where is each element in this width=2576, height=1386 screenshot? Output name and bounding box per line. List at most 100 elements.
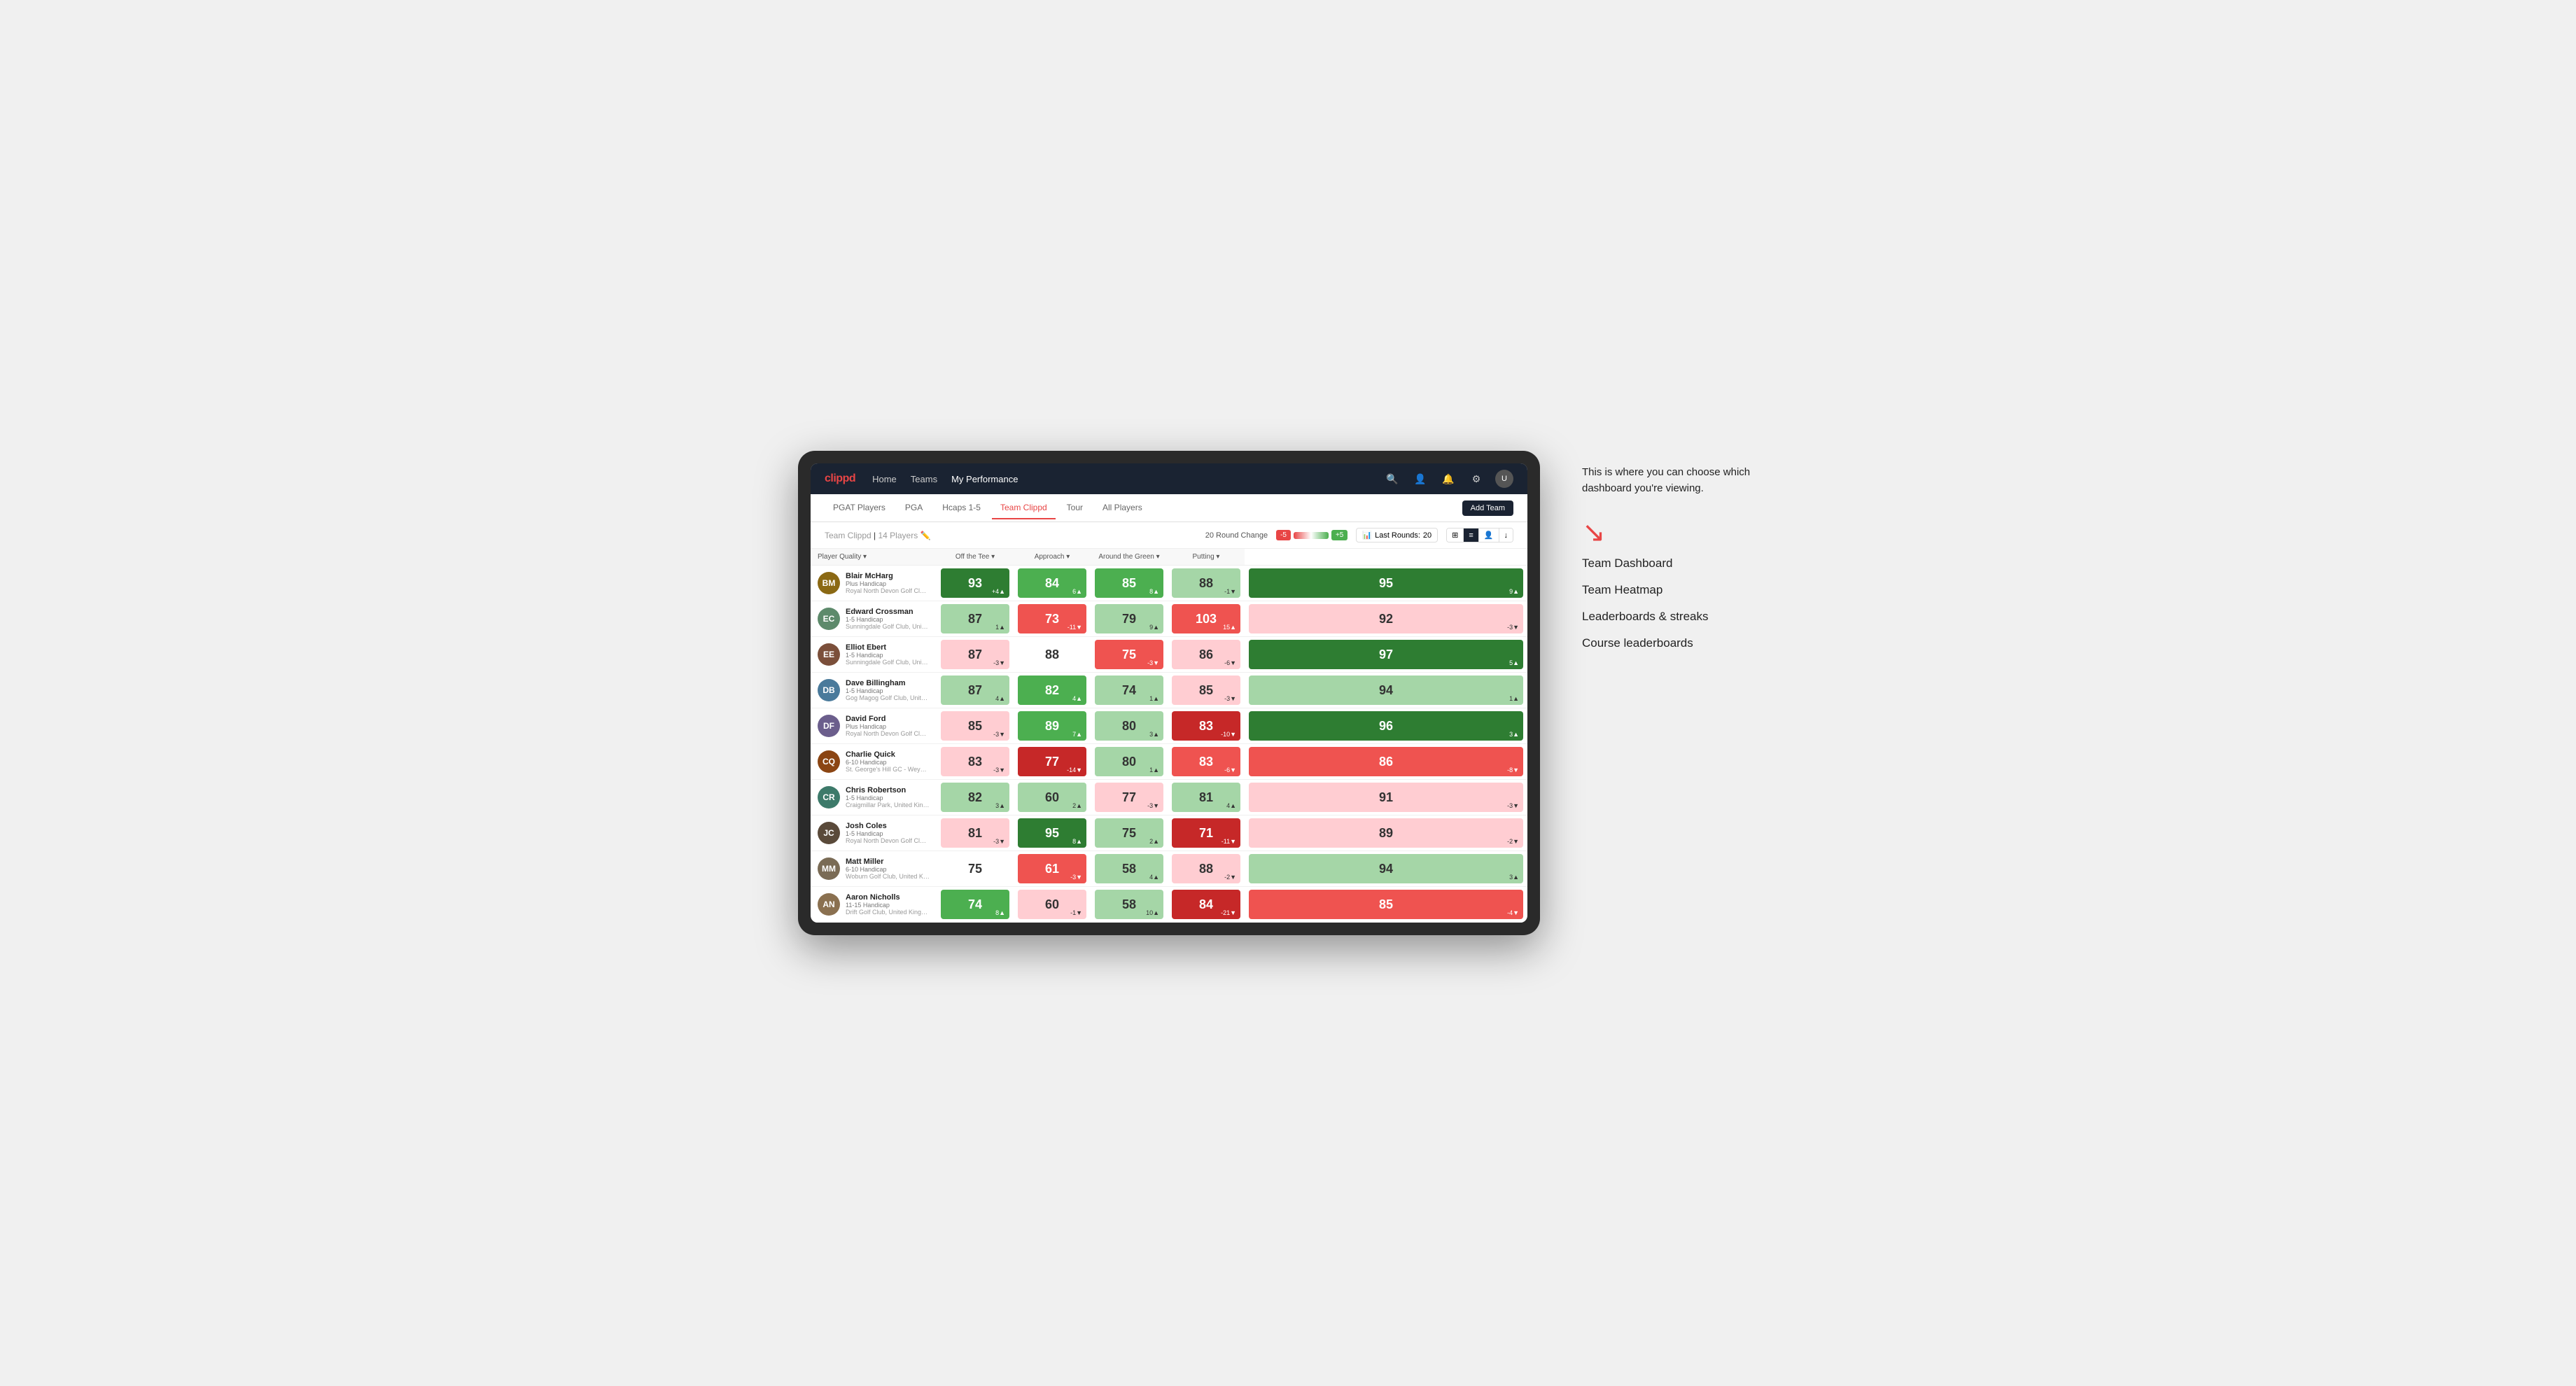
view-toggle: ⊞ ≡ 👤 ↓ (1446, 528, 1513, 542)
table-row: CR Chris Robertson 1-5 Handicap Craigmil… (811, 780, 1527, 816)
col-header-approach: Approach ▾ (1014, 549, 1091, 566)
around-green-score: 88 -2▼ (1168, 851, 1245, 887)
gradient-bar (1294, 532, 1329, 539)
approach-score: 80 3▲ (1091, 708, 1168, 744)
score-delta: +4▲ (992, 588, 1005, 595)
player-handicap: 1-5 Handicap (846, 687, 930, 694)
score-value: 85 (1379, 897, 1393, 912)
score-delta: -1▼ (1224, 588, 1236, 595)
around-green-score: 71 -11▼ (1168, 816, 1245, 851)
score-delta: 5▲ (1509, 659, 1519, 666)
approach-score: 58 4▲ (1091, 851, 1168, 887)
player-cell[interactable]: JC Josh Coles 1-5 Handicap Royal North D… (811, 816, 937, 851)
off-tee-score: 60 -1▼ (1014, 887, 1091, 923)
score-value: 83 (1199, 755, 1213, 769)
score-delta: -3▼ (1070, 874, 1082, 881)
tab-hcaps[interactable]: Hcaps 1-5 (934, 497, 989, 519)
putting-score: 91 -3▼ (1245, 780, 1527, 816)
putting-score: 96 3▲ (1245, 708, 1527, 744)
player-quality-score: 87 -3▼ (937, 637, 1014, 673)
nav-my-performance[interactable]: My Performance (951, 474, 1018, 484)
player-handicap: 6-10 Handicap (846, 866, 930, 873)
dashboard-menu-list: Team Dashboard Team Heatmap Leaderboards… (1582, 556, 1778, 650)
score-value: 80 (1122, 719, 1136, 734)
player-name: Matt Miller (846, 858, 930, 866)
add-team-button[interactable]: Add Team (1462, 500, 1513, 516)
score-delta: -3▼ (1507, 624, 1519, 631)
player-cell[interactable]: AN Aaron Nicholls 11-15 Handicap Drift G… (811, 887, 937, 923)
score-delta: 10▲ (1146, 909, 1159, 916)
score-delta: -8▼ (1507, 766, 1519, 774)
player-cell[interactable]: CR Chris Robertson 1-5 Handicap Craigmil… (811, 780, 937, 816)
player-name: Blair McHarg (846, 572, 930, 580)
around-green-score: 103 15▲ (1168, 601, 1245, 637)
score-value: 96 (1379, 719, 1393, 734)
list-view-btn[interactable]: ≡ (1464, 528, 1478, 542)
score-value: 94 (1379, 862, 1393, 876)
score-delta: -3▼ (993, 659, 1005, 666)
menu-item-leaderboards[interactable]: Leaderboards & streaks (1582, 610, 1778, 624)
tab-pga[interactable]: PGA (897, 497, 931, 519)
player-cell[interactable]: MM Matt Miller 6-10 Handicap Woburn Golf… (811, 851, 937, 887)
score-value: 61 (1045, 862, 1059, 876)
approach-score: 79 9▲ (1091, 601, 1168, 637)
score-value: 75 (1122, 648, 1136, 662)
player-cell[interactable]: EE Elliot Ebert 1-5 Handicap Sunningdale… (811, 637, 937, 673)
score-value: 80 (1122, 755, 1136, 769)
download-btn[interactable]: ↓ (1499, 528, 1513, 542)
score-delta: 1▲ (995, 624, 1005, 631)
score-value: 60 (1045, 790, 1059, 805)
score-value: 88 (1199, 862, 1213, 876)
bell-icon[interactable]: 🔔 (1439, 470, 1457, 488)
player-handicap: Plus Handicap (846, 723, 930, 730)
around-green-score: 85 -3▼ (1168, 673, 1245, 708)
player-cell[interactable]: DB Dave Billingham 1-5 Handicap Gog Mago… (811, 673, 937, 708)
player-cell[interactable]: EC Edward Crossman 1-5 Handicap Sunningd… (811, 601, 937, 637)
nav-home[interactable]: Home (872, 474, 897, 484)
player-cell[interactable]: DF David Ford Plus Handicap Royal North … (811, 708, 937, 744)
score-delta: 9▲ (1509, 588, 1519, 595)
user-avatar[interactable]: U (1495, 470, 1513, 488)
grid-view-btn[interactable]: ⊞ (1447, 528, 1464, 542)
app-logo: clippd (825, 472, 855, 485)
menu-item-course-leaderboards[interactable]: Course leaderboards (1582, 636, 1778, 650)
last-rounds-button[interactable]: 📊 Last Rounds: 20 (1356, 528, 1438, 542)
score-delta: -3▼ (993, 838, 1005, 845)
score-value: 74 (968, 897, 982, 912)
score-value: 71 (1199, 826, 1213, 841)
score-value: 93 (968, 576, 982, 591)
score-delta: 4▲ (995, 695, 1005, 702)
off-tee-score: 95 8▲ (1014, 816, 1091, 851)
person-view-btn[interactable]: 👤 (1479, 528, 1499, 542)
table-row: CQ Charlie Quick 6-10 Handicap St. Georg… (811, 744, 1527, 780)
menu-item-team-dashboard[interactable]: Team Dashboard (1582, 556, 1778, 570)
player-cell[interactable]: CQ Charlie Quick 6-10 Handicap St. Georg… (811, 744, 937, 780)
user-icon[interactable]: 👤 (1411, 470, 1429, 488)
player-handicap: 1-5 Handicap (846, 794, 930, 802)
score-value: 81 (1199, 790, 1213, 805)
score-value: 97 (1379, 648, 1393, 662)
search-icon[interactable]: 🔍 (1383, 470, 1401, 488)
nav-bar: clippd Home Teams My Performance 🔍 👤 🔔 ⚙… (811, 463, 1527, 494)
putting-score: 85 -4▼ (1245, 887, 1527, 923)
menu-item-team-heatmap[interactable]: Team Heatmap (1582, 583, 1778, 597)
tab-all-players[interactable]: All Players (1094, 497, 1151, 519)
tab-team-clippd[interactable]: Team Clippd (992, 497, 1056, 519)
score-value: 84 (1199, 897, 1213, 912)
settings-icon[interactable]: ⚙ (1467, 470, 1485, 488)
off-tee-score: 77 -14▼ (1014, 744, 1091, 780)
team-header: Team Clippd | 14 Players ✏️ 20 Round Cha… (811, 522, 1527, 549)
putting-score: 97 5▲ (1245, 637, 1527, 673)
score-value: 58 (1122, 897, 1136, 912)
around-green-score: 81 4▲ (1168, 780, 1245, 816)
nav-links: Home Teams My Performance (872, 474, 1383, 484)
tab-tour[interactable]: Tour (1058, 497, 1091, 519)
player-handicap: Plus Handicap (846, 580, 930, 587)
score-delta: -3▼ (1147, 802, 1159, 809)
page-wrapper: clippd Home Teams My Performance 🔍 👤 🔔 ⚙… (798, 451, 1778, 935)
score-value: 88 (1045, 648, 1059, 662)
nav-teams[interactable]: Teams (911, 474, 937, 484)
tab-pgat[interactable]: PGAT Players (825, 497, 894, 519)
player-cell[interactable]: BM Blair McHarg Plus Handicap Royal Nort… (811, 566, 937, 601)
player-club: Craigmillar Park, United Kingdom (846, 802, 930, 808)
